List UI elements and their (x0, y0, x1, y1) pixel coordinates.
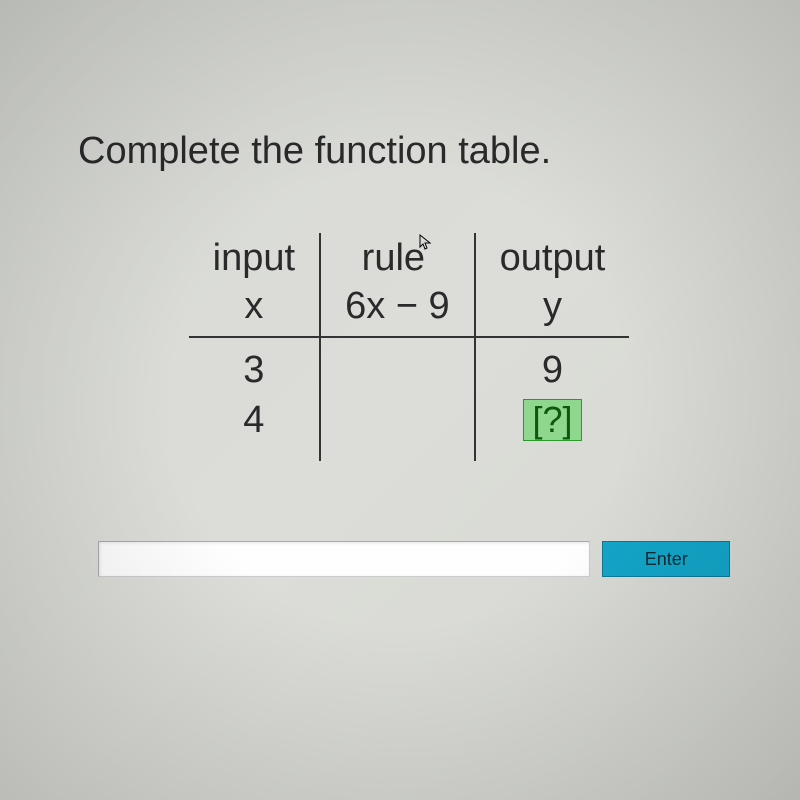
header-rule-expr: 6x − 9 (320, 283, 475, 337)
table-row: 4 [?] (189, 395, 630, 445)
header-rule: rule (320, 233, 475, 283)
table-header-sub: x 6x − 9 y (189, 283, 630, 337)
table-header-top: input rule output (189, 233, 630, 283)
answer-input[interactable] (98, 541, 590, 577)
answer-placeholder[interactable]: [?] (523, 399, 581, 441)
row1-output: 9 (475, 345, 630, 395)
row2-rule (320, 395, 475, 445)
function-table-container: input rule output x 6x − 9 y 3 9 4 (78, 233, 740, 461)
instruction-text: Complete the function table. (78, 130, 740, 173)
header-y: y (475, 283, 630, 337)
enter-button[interactable]: Enter (602, 541, 730, 577)
row2-output[interactable]: [?] (475, 395, 630, 445)
header-input: input (189, 233, 320, 283)
header-output: output (475, 233, 630, 283)
answer-input-row: Enter (78, 541, 740, 577)
header-x: x (189, 283, 320, 337)
row1-rule (320, 345, 475, 395)
cursor-icon (419, 238, 433, 256)
row1-input: 3 (189, 345, 320, 395)
row2-input: 4 (189, 395, 320, 445)
function-table: input rule output x 6x − 9 y 3 9 4 (189, 233, 630, 461)
table-row: 3 9 (189, 345, 630, 395)
